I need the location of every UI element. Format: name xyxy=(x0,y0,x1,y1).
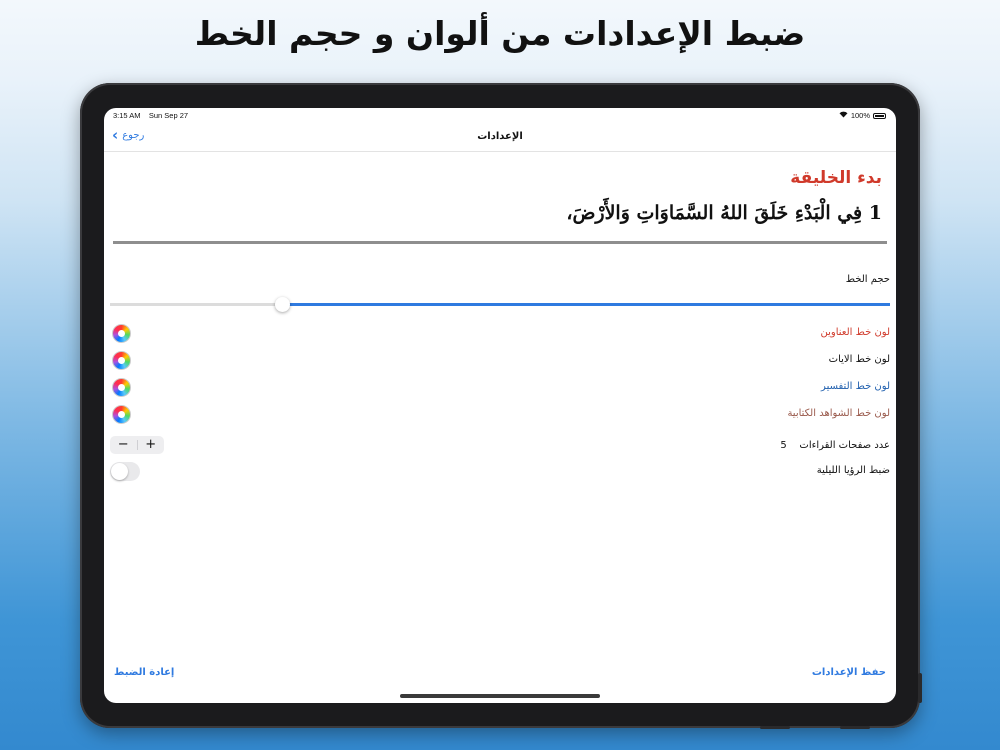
color-picker-icon[interactable] xyxy=(112,378,131,397)
preview-verse: 1 فِي الْبَدْءِ خَلَقَ اللهُ السَّمَاوَا… xyxy=(566,202,882,224)
device-bottom-button xyxy=(840,726,870,729)
reset-button[interactable]: إعادة الضبط xyxy=(114,667,174,678)
page-title: الإعدادات xyxy=(477,131,523,142)
device-side-button xyxy=(918,673,922,703)
status-indicators: 100% xyxy=(839,111,886,120)
color-setting-label: لون خط التفسير xyxy=(821,381,890,392)
color-setting-label: لون خط الايات xyxy=(828,354,890,365)
preview-heading: بدء الخليقة xyxy=(790,168,882,188)
slider-thumb[interactable] xyxy=(274,297,290,312)
decrement-button[interactable]: − xyxy=(110,436,137,454)
status-date: Sun Sep 27 xyxy=(148,111,189,120)
save-settings-button[interactable]: حفظ الإعدادات xyxy=(812,667,886,678)
battery-icon xyxy=(873,112,886,119)
navigation-bar: ‹ رجوع الإعدادات xyxy=(104,122,896,152)
font-size-label: حجم الخط xyxy=(845,274,890,285)
color-setting-label: لون خط الشواهد الكتابية xyxy=(787,408,890,419)
night-mode-toggle[interactable] xyxy=(110,462,140,481)
night-mode-label: ضبط الرؤيا الليلية xyxy=(816,465,890,476)
preview-divider xyxy=(113,241,887,244)
color-setting-label: لون خط العناوين xyxy=(820,327,890,338)
color-picker-icon[interactable] xyxy=(112,405,131,424)
status-time: 3:15 AM xyxy=(113,111,141,120)
reading-pages-label: عدد صفحات القراءات xyxy=(799,440,890,451)
status-bar: 3:15 AM Sun Sep 27 100% xyxy=(104,108,896,122)
slider-fill xyxy=(281,303,890,306)
app-screen: 3:15 AM Sun Sep 27 100% ‹ رجوع الإعدادات… xyxy=(104,108,896,703)
reading-pages-row: عدد صفحات القراءات 5 xyxy=(780,440,890,451)
home-indicator xyxy=(400,694,600,698)
color-picker-icon[interactable] xyxy=(112,324,131,343)
reading-pages-stepper[interactable]: − + xyxy=(110,436,164,454)
device-bottom-button xyxy=(760,726,790,729)
status-datetime: 3:15 AM Sun Sep 27 xyxy=(113,111,188,120)
reading-pages-value: 5 xyxy=(780,440,787,451)
battery-percent: 100% xyxy=(850,111,870,120)
font-size-slider[interactable] xyxy=(110,303,890,306)
wifi-icon xyxy=(839,111,848,120)
toggle-knob xyxy=(111,463,128,480)
color-picker-icon[interactable] xyxy=(112,351,131,370)
promo-headline: ضبط الإعدادات من ألوان و حجم الخط xyxy=(194,14,806,53)
increment-button[interactable]: + xyxy=(138,436,165,454)
